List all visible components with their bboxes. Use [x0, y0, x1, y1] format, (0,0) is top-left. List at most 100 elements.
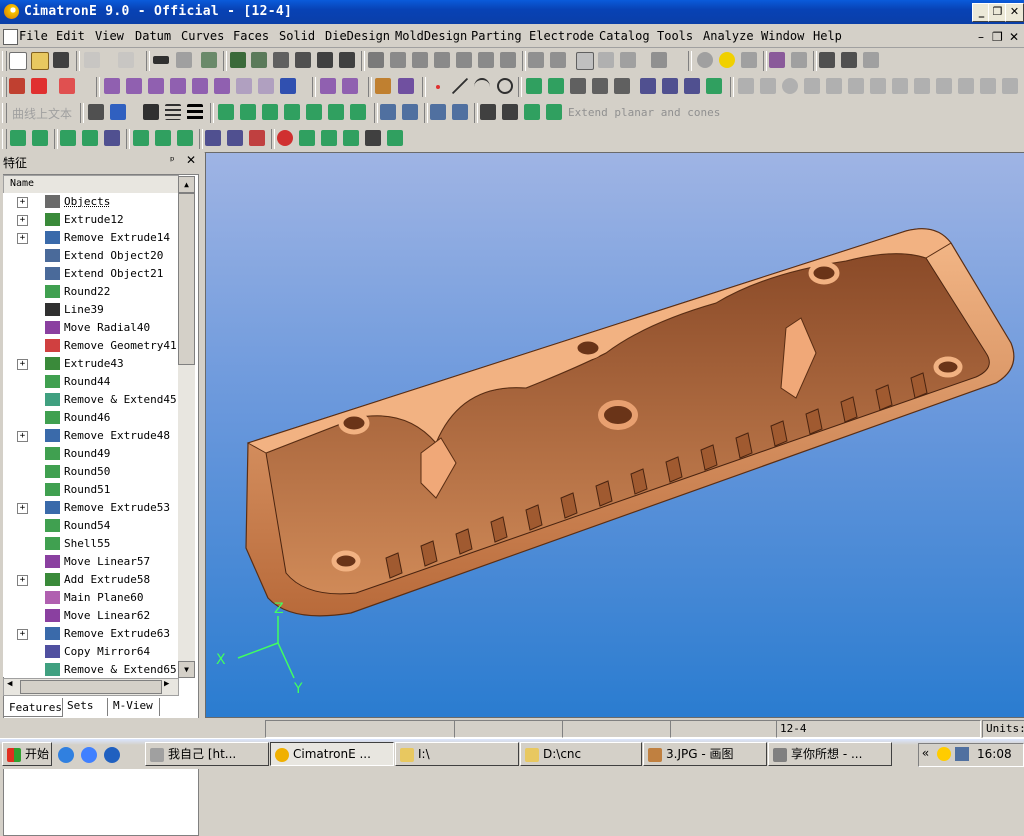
curve-tool-7[interactable] [662, 78, 678, 94]
tree-item[interactable]: Extend Object21 [3, 265, 179, 283]
view-iso-icon[interactable] [368, 52, 384, 68]
tree-item[interactable]: Round49 [3, 445, 179, 463]
zoom-icon[interactable] [295, 52, 311, 68]
surface-tool-5[interactable] [306, 104, 322, 120]
save-icon[interactable] [53, 52, 69, 68]
solid-tool-9[interactable] [205, 130, 221, 146]
display-mode-icon[interactable] [651, 52, 667, 68]
zoom-fit-icon[interactable] [273, 52, 289, 68]
view-top-icon[interactable] [478, 52, 494, 68]
solid-tool-8[interactable] [177, 130, 193, 146]
solid-tool-5[interactable] [104, 130, 120, 146]
task-cimatron[interactable]: CimatronE ... [270, 742, 394, 766]
pan-icon[interactable] [317, 52, 333, 68]
menu-catalog[interactable]: Catalog [599, 29, 650, 43]
tree-item[interactable]: + Remove Extrude14 [3, 229, 179, 247]
h-scroll-thumb[interactable] [20, 680, 162, 694]
feature-icon-11[interactable] [342, 78, 358, 94]
tree-item[interactable]: Round22 [3, 283, 179, 301]
menu-faces[interactable]: Faces [233, 29, 269, 43]
quicklaunch-qq-icon[interactable] [81, 747, 97, 763]
point-icon[interactable] [436, 85, 440, 89]
curve-tool-2[interactable] [548, 78, 564, 94]
settings-icon[interactable] [863, 52, 879, 68]
line-tool-icon[interactable] [452, 78, 468, 94]
tree-item[interactable]: + Add Extrude58 [3, 571, 179, 589]
surface-tool-10[interactable] [430, 104, 446, 120]
tree-item[interactable]: Line39 [3, 301, 179, 319]
menu-electrode[interactable]: Electrode [529, 29, 594, 43]
mdi-close-button[interactable]: ✕ [1009, 30, 1019, 44]
feature-icon-5[interactable] [192, 78, 208, 94]
surface-tool-14[interactable] [524, 104, 540, 120]
expand-icon[interactable]: + [17, 359, 28, 370]
line-weight-icon[interactable] [187, 104, 203, 120]
graphics-viewport[interactable]: Z X Y [205, 152, 1024, 718]
menu-help[interactable]: Help [813, 29, 842, 43]
tray-expand-icon[interactable]: « [922, 746, 929, 760]
curve-tool-4[interactable] [592, 78, 608, 94]
forward-arrow-icon[interactable] [791, 52, 807, 68]
select-box-icon[interactable] [59, 78, 75, 94]
menu-analyze[interactable]: Analyze [703, 29, 754, 43]
menu-tools[interactable]: Tools [657, 29, 693, 43]
task-browser[interactable]: 我自己 [ht... [145, 742, 269, 766]
tab-sets[interactable]: Sets [63, 698, 108, 716]
pen-icon[interactable] [143, 104, 159, 120]
solid-tool-6[interactable] [133, 130, 149, 146]
extend-planar-label[interactable]: Extend planar and cones [568, 106, 720, 119]
surface-tool-6[interactable] [328, 104, 344, 120]
tree-item[interactable]: + Remove Extrude53 [3, 499, 179, 517]
wireframe-icon[interactable] [598, 52, 614, 68]
tree-item[interactable]: Round54 [3, 517, 179, 535]
model-view[interactable]: Z X Y [206, 153, 1024, 717]
view-right-icon[interactable] [456, 52, 472, 68]
scroll-right-icon[interactable]: ▶ [164, 679, 169, 689]
tree-item[interactable]: + Objects [3, 193, 179, 211]
tree-item[interactable]: Move Linear62 [3, 607, 179, 625]
tree-item[interactable]: Round50 [3, 463, 179, 481]
view-bottom-icon[interactable] [500, 52, 516, 68]
solid-tool-12[interactable] [277, 130, 293, 146]
scroll-up-icon[interactable]: ▲ [178, 176, 195, 193]
edit-icon[interactable] [176, 52, 192, 68]
menu-datum[interactable]: Datum [135, 29, 171, 43]
surface-tool-4[interactable] [284, 104, 300, 120]
tree-item[interactable]: Extend Object20 [3, 247, 179, 265]
solid-tool-14[interactable] [321, 130, 337, 146]
mdi-minimize-button[interactable]: – [978, 30, 984, 44]
task-folder-i[interactable]: I:\ [395, 742, 519, 766]
view-front-icon[interactable] [390, 52, 406, 68]
remove-icon[interactable] [31, 78, 47, 94]
expand-icon[interactable]: + [17, 215, 28, 226]
menu-window[interactable]: Window [761, 29, 804, 43]
menu-diedesign[interactable]: DieDesign [325, 29, 390, 43]
surface-tool-3[interactable] [262, 104, 278, 120]
surface-tool-9[interactable] [402, 104, 418, 120]
sketch-icon[interactable] [375, 78, 391, 94]
view-save-icon[interactable] [550, 52, 566, 68]
spline-icon[interactable] [474, 78, 490, 96]
solid-tool-17[interactable] [387, 130, 403, 146]
feature-icon-9[interactable] [280, 78, 296, 94]
shaded-icon[interactable] [576, 52, 594, 70]
curve-tool-1[interactable] [526, 78, 542, 94]
tab-mview[interactable]: M-View [109, 698, 160, 716]
light-off-icon[interactable] [697, 52, 713, 68]
scroll-left-icon[interactable]: ◀ [7, 679, 12, 689]
mdi-restore-button[interactable]: ❐ [992, 30, 1003, 44]
light-on-icon[interactable] [719, 52, 735, 68]
solid-tool-13[interactable] [299, 130, 315, 146]
back-arrow-icon[interactable] [769, 52, 785, 68]
zoom-window-icon[interactable] [230, 52, 246, 68]
curve-tool-9[interactable] [706, 78, 722, 94]
expand-icon[interactable]: + [17, 575, 28, 586]
feature-icon-2[interactable] [126, 78, 142, 94]
refresh-icon[interactable] [201, 52, 217, 68]
solid-tool-7[interactable] [155, 130, 171, 146]
tree-item[interactable]: Main Plane60 [3, 589, 179, 607]
feature-icon-1[interactable] [104, 78, 120, 94]
quicklaunch-ie-icon[interactable] [58, 747, 74, 763]
panel-close-icon[interactable]: ✕ [186, 153, 196, 167]
tree-item[interactable]: Move Linear57 [3, 553, 179, 571]
